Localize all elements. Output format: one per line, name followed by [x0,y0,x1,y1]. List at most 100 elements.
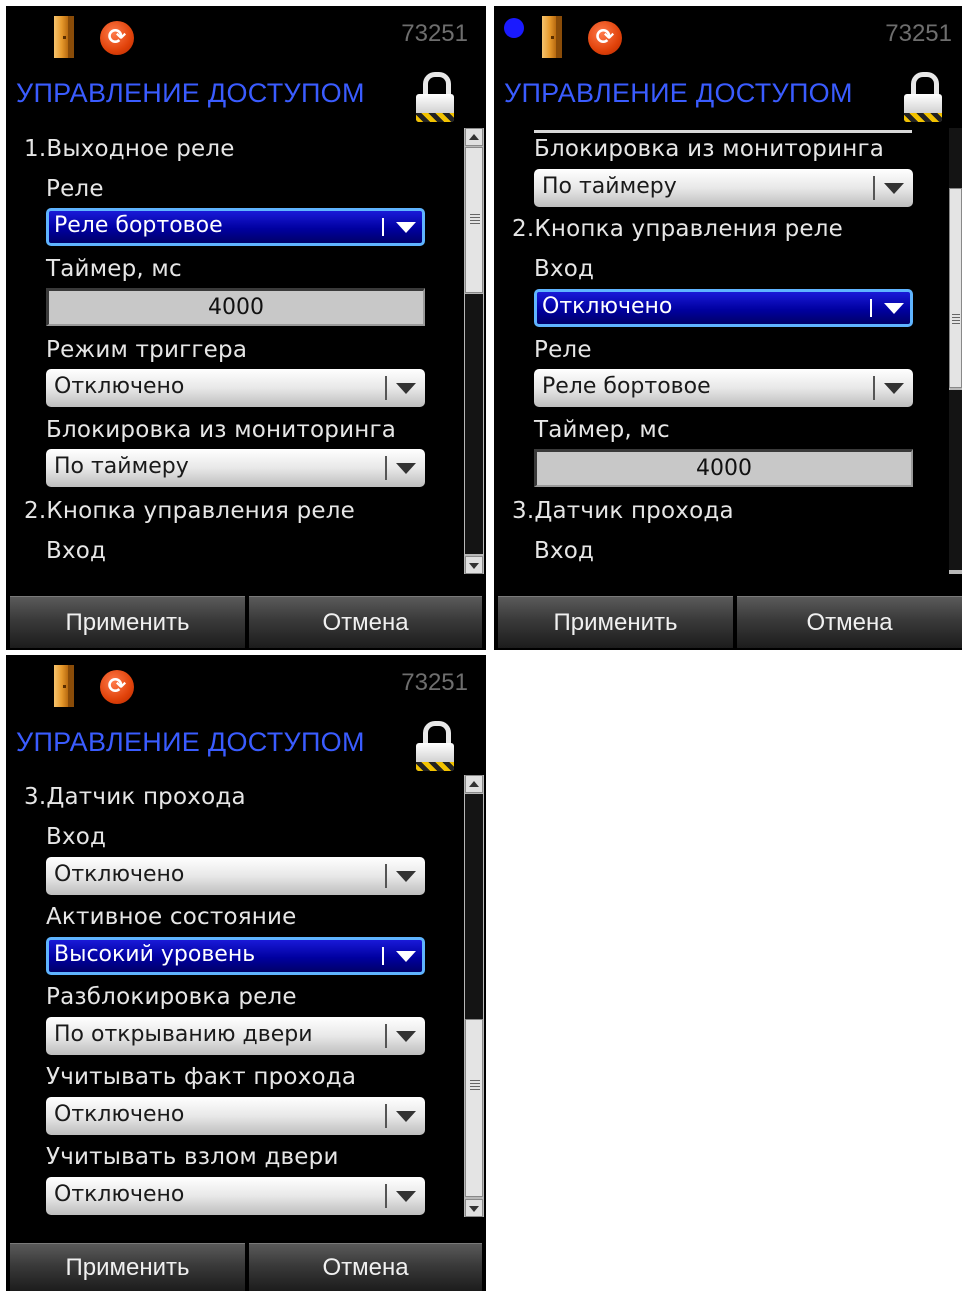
chevron-down-icon[interactable] [396,951,416,962]
status-bar: ⟳ 73251 [494,6,962,68]
timer-input[interactable]: 4000 [46,288,425,326]
dropdown-separator [382,218,384,236]
dropdown-value: Отключено [54,862,185,887]
device-id: 73251 [401,20,468,47]
status-bar: ⟳ 73251 [6,6,486,68]
dropdown-value: Отключено [54,1182,185,1207]
chevron-down-icon[interactable] [396,871,416,882]
rele-dropdown[interactable]: Реле бортовое [534,369,913,407]
dropdown-value: По открыванию двери [54,1022,313,1047]
trigger-mode-dropdown[interactable]: Отключено [46,369,425,407]
chevron-down-icon[interactable] [396,383,416,394]
section-header: 3.Датчик прохода [24,784,246,810]
input-dropdown[interactable]: Отключено [46,857,425,895]
lock-icon [416,721,454,771]
scroll-down-button[interactable] [465,1199,483,1217]
active-state-dropdown[interactable]: Высокий уровень [46,937,425,975]
field-label: Разблокировка реле [46,984,297,1010]
monitoring-block-dropdown[interactable]: По таймеру [46,449,425,487]
count-passage-dropdown[interactable]: Отключено [46,1097,425,1135]
timer-input[interactable]: 4000 [534,449,913,487]
dropdown-value: Отключено [54,1102,185,1127]
apply-button[interactable]: Применить [10,596,245,648]
chevron-down-icon[interactable] [884,303,904,314]
cancel-button[interactable]: Отмена [249,1243,482,1291]
cancel-button[interactable]: Отмена [249,596,482,648]
dropdown-value: Высокий уровень [54,942,256,967]
apply-button[interactable]: Применить [498,596,733,648]
door-icon [54,16,74,58]
dropdown-separator [385,1104,387,1128]
scrollbar[interactable] [464,128,484,574]
page-title: УПРАВЛЕНИЕ ДОСТУПОМ [16,78,365,108]
scroll-up-button[interactable] [465,128,483,146]
dropdown-value: По таймеру [542,174,677,199]
status-bar: ⟳ 73251 [6,655,486,717]
field-label: Режим триггера [46,337,248,363]
settings-list: Блокировка из мониторинга По таймеру 2.К… [494,126,940,578]
section-header: 2.Кнопка управления реле [24,498,356,524]
dropdown-separator [385,864,387,888]
softkey-bar: Применить Отмена [6,1241,486,1291]
scroll-thumb[interactable] [949,188,962,388]
field-label: Активное состояние [46,904,297,930]
dropdown-separator [870,299,872,317]
scroll-up-button[interactable] [465,775,483,793]
chevron-down-icon[interactable] [396,222,416,233]
scrollbar[interactable] [464,775,484,1217]
door-icon [542,16,562,58]
screen-2: ⟳ 73251 УПРАВЛЕНИЕ ДОСТУПОМ Блокировка и… [494,6,962,650]
dropdown-value: Отключено [54,374,185,399]
field-label: Реле [46,176,104,202]
dropdown-separator [385,1024,387,1048]
status-dot-icon [504,18,524,38]
page-title: УПРАВЛЕНИЕ ДОСТУПОМ [504,78,853,108]
input-dropdown[interactable]: Отключено [534,289,913,327]
door-icon [54,665,74,707]
settings-list: 1.Выходное реле Реле Реле бортовое Тайме… [6,126,464,578]
monitoring-block-dropdown[interactable]: По таймеру [534,169,913,207]
field-label: Учитывать факт прохода [46,1064,357,1090]
relay-unlock-dropdown[interactable]: По открыванию двери [46,1017,425,1055]
scroll-track[interactable] [949,390,962,570]
scroll-thumb[interactable] [465,147,483,293]
field-label: Вход [46,824,107,850]
scroll-track[interactable] [949,128,962,188]
chevron-down-icon[interactable] [884,383,904,394]
scroll-track[interactable] [465,794,483,1019]
dropdown-separator [385,456,387,480]
lock-icon [904,72,942,122]
section-header: 3.Датчик прохода [512,498,734,524]
settings-list: 3.Датчик прохода Вход Отключено Активное… [6,775,464,1220]
scrollbar[interactable] [949,128,962,574]
cancel-button[interactable]: Отмена [737,596,962,648]
softkey-bar: Применить Отмена [6,594,486,650]
chevron-down-icon[interactable] [884,183,904,194]
page-title: УПРАВЛЕНИЕ ДОСТУПОМ [16,727,365,757]
field-label: Блокировка из мониторинга [534,136,885,162]
chevron-down-icon[interactable] [396,1191,416,1202]
device-id: 73251 [401,669,468,696]
sync-icon: ⟳ [588,21,622,55]
sync-icon: ⟳ [100,670,134,704]
device-id: 73251 [885,20,952,47]
dropdown-separator [873,376,875,400]
screen-1: ⟳ 73251 УПРАВЛЕНИЕ ДОСТУПОМ 1.Выходное р… [6,6,486,650]
scroll-thumb[interactable] [465,1019,483,1197]
sync-icon: ⟳ [100,21,134,55]
dropdown-separator [385,376,387,400]
rele-dropdown[interactable]: Реле бортовое [46,208,425,246]
field-label: Таймер, мс [46,256,182,282]
scroll-track[interactable] [465,294,483,554]
softkey-bar: Применить Отмена [494,594,962,650]
dropdown-value: По таймеру [54,454,189,479]
screen-3: ⟳ 73251 УПРАВЛЕНИЕ ДОСТУПОМ 3.Датчик про… [6,655,486,1291]
chevron-down-icon[interactable] [396,1031,416,1042]
count-breakin-dropdown[interactable]: Отключено [46,1177,425,1215]
dropdown-separator [873,176,875,200]
apply-button[interactable]: Применить [10,1243,245,1291]
chevron-down-icon[interactable] [396,1111,416,1122]
divider [534,130,912,133]
scroll-down-button[interactable] [465,556,483,574]
chevron-down-icon[interactable] [396,463,416,474]
